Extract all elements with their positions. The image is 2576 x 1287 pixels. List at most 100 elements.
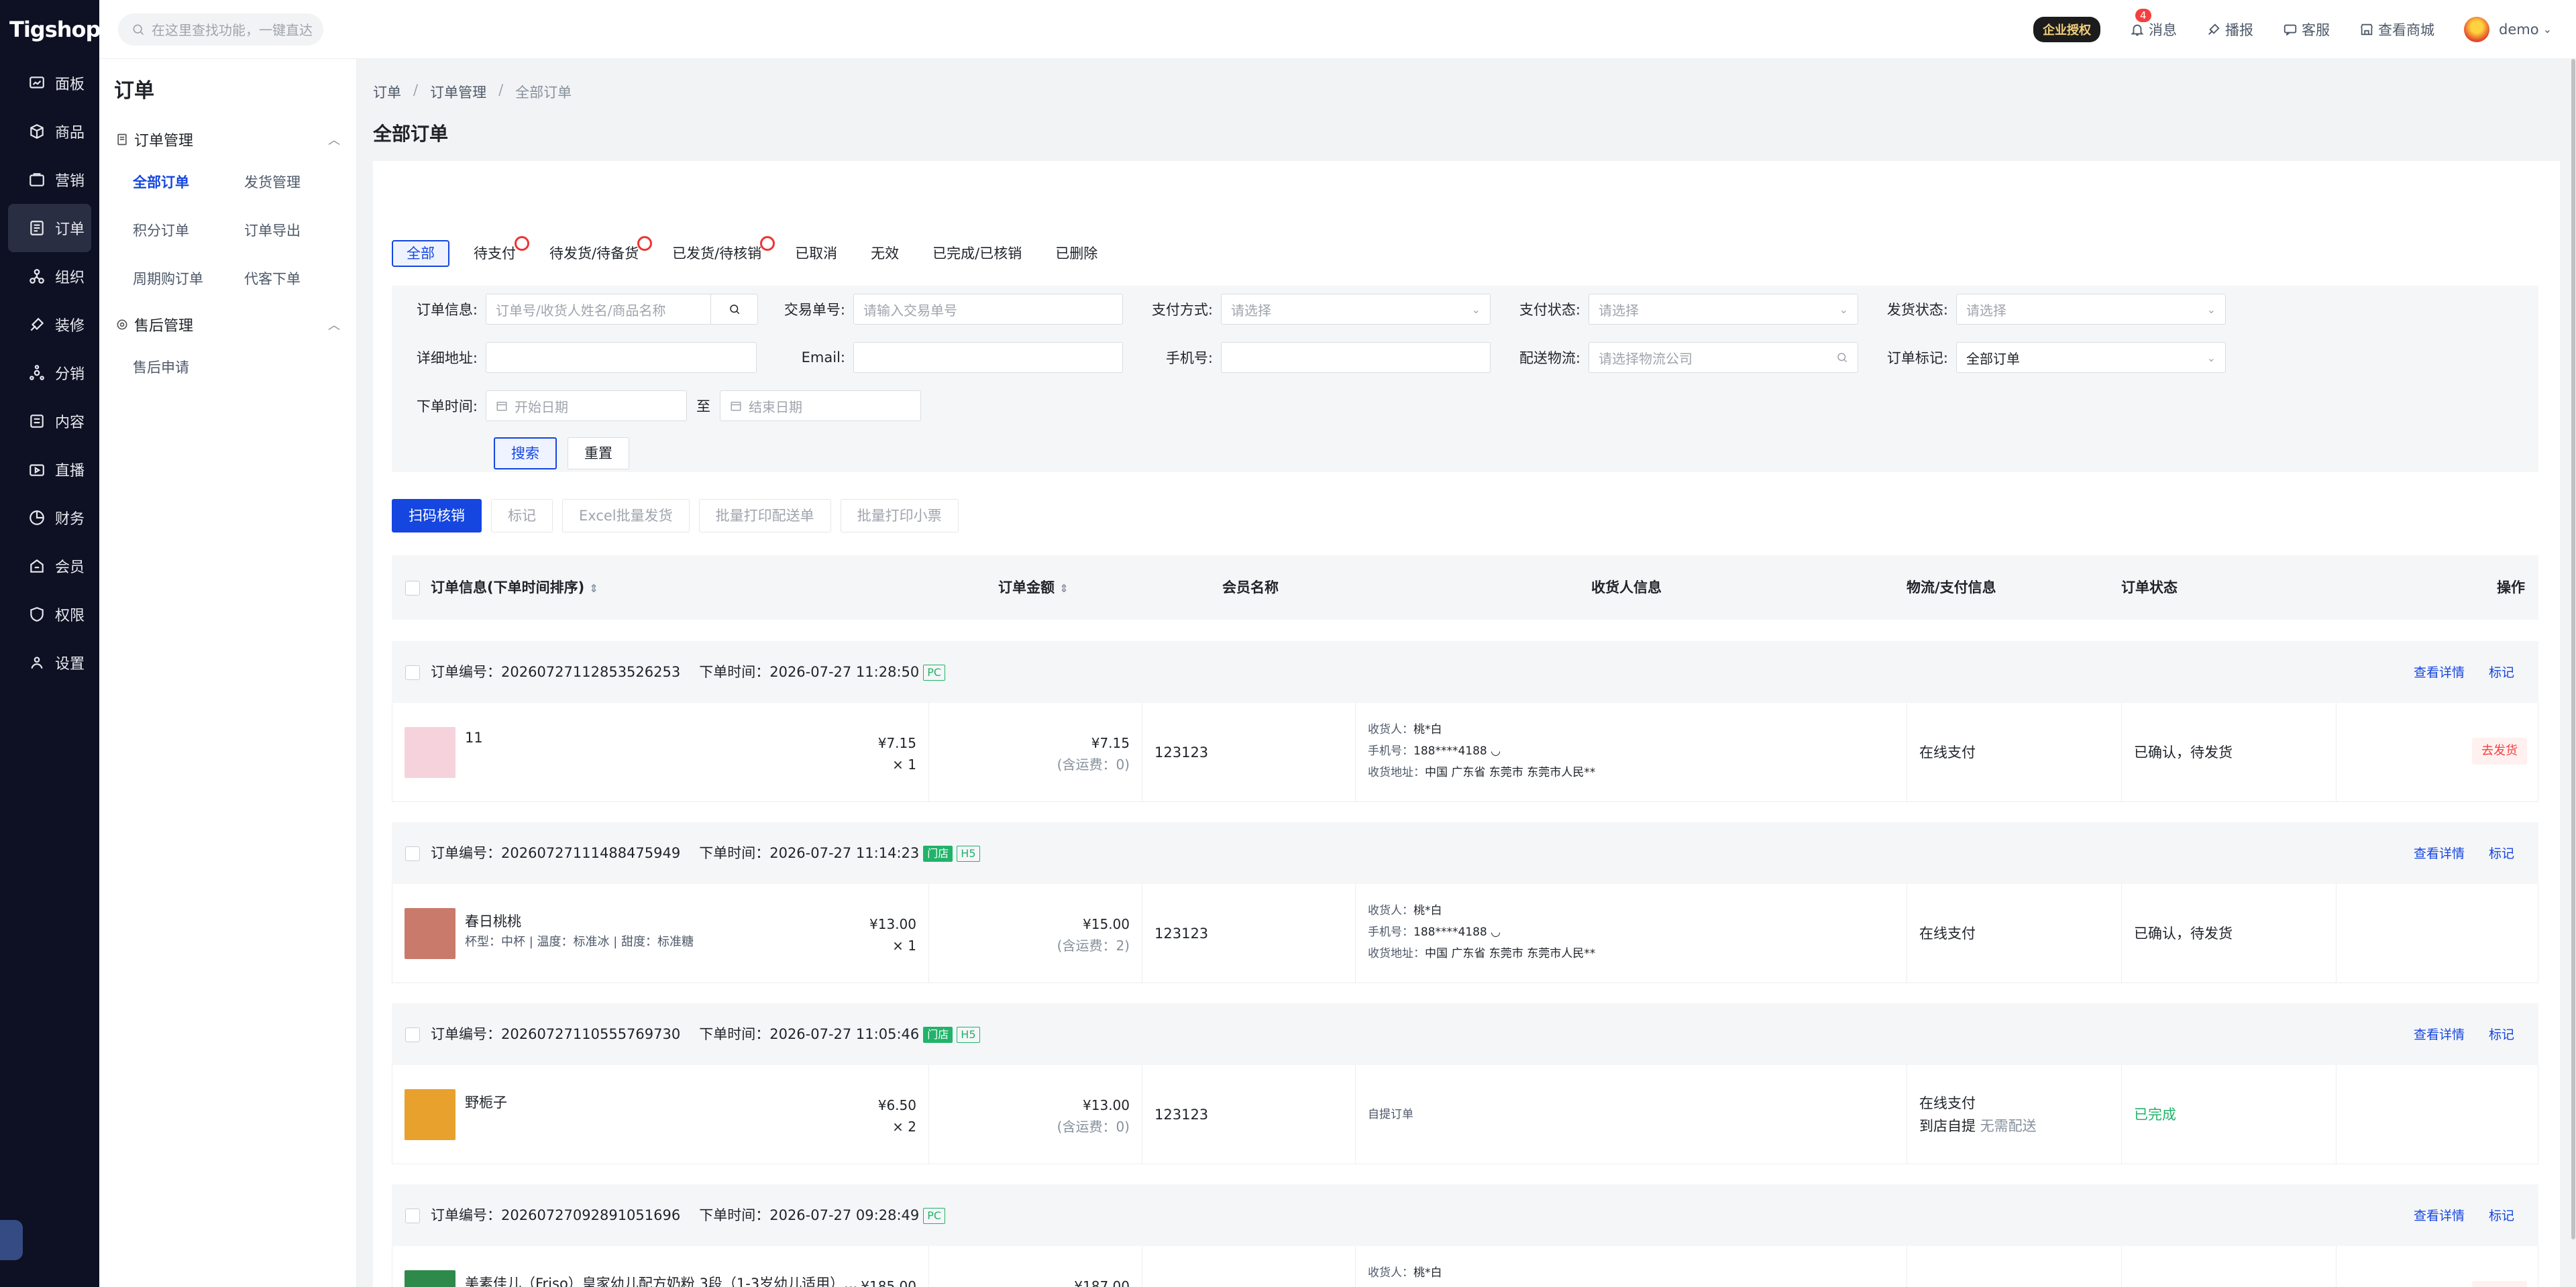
- mark-select[interactable]: 全部订单 ⌄: [1956, 342, 2226, 373]
- quantity: × 1: [892, 757, 916, 773]
- subnav-item[interactable]: 积分订单: [133, 207, 244, 255]
- tab-3[interactable]: 已发货/待核销: [672, 236, 775, 267]
- tab-7[interactable]: 已删除: [1055, 240, 1097, 267]
- order-checkbox[interactable]: [405, 846, 420, 861]
- enterprise-license-badge[interactable]: 企业授权: [2033, 16, 2101, 42]
- recv-phone[interactable]: 188****4188 ◡: [1413, 926, 1501, 939]
- function-search[interactable]: 在这里查找功能，一键直达: [118, 13, 323, 46]
- tab-2[interactable]: 待发货/待备货: [549, 236, 653, 267]
- bulk-action-button[interactable]: 扫码核销: [392, 499, 482, 533]
- rail-item-7[interactable]: 内容: [8, 397, 91, 445]
- order-no[interactable]: 20260727092891051696: [501, 1207, 680, 1223]
- phone-input[interactable]: [1221, 342, 1491, 373]
- rail-item-12[interactable]: 设置: [8, 638, 91, 687]
- report-button[interactable]: 播报: [2206, 19, 2253, 40]
- rail-item-10[interactable]: 会员: [8, 542, 91, 590]
- search-button[interactable]: 搜索: [494, 437, 557, 469]
- order-search-button[interactable]: [711, 294, 758, 325]
- subnav-item[interactable]: 售后申请: [133, 343, 244, 392]
- col-order-info[interactable]: 订单信息(下单时间排序) ⇕: [431, 555, 598, 621]
- order-checkbox[interactable]: [405, 665, 420, 680]
- group-order-management[interactable]: 订单管理 ︿: [99, 121, 356, 158]
- mark-link[interactable]: 标记: [2489, 665, 2514, 680]
- start-date-input[interactable]: 开始日期: [486, 390, 687, 421]
- order-no[interactable]: 2026072711285352625​3: [501, 664, 680, 680]
- order-no[interactable]: 20260727111488475949: [501, 845, 680, 861]
- col-amount[interactable]: 订单金额 ⇕: [998, 555, 1069, 621]
- bulk-action-button[interactable]: 批量打印小票: [840, 499, 959, 533]
- view-detail-link[interactable]: 查看详情: [2414, 846, 2465, 861]
- breadcrumb-item[interactable]: 订单管理: [430, 82, 486, 102]
- order-checkbox[interactable]: [405, 1027, 420, 1042]
- order-checkbox[interactable]: [405, 1209, 420, 1223]
- order-info-input[interactable]: 订单号/收货人姓名/商品名称: [486, 294, 711, 325]
- bulk-action-button[interactable]: Excel批量发货: [562, 499, 690, 533]
- rail-item-5[interactable]: 装修: [8, 300, 91, 349]
- product-name[interactable]: 11: [465, 730, 483, 746]
- bulk-action-button[interactable]: 标记: [491, 499, 553, 533]
- recv-phone[interactable]: 188****4188 ◡: [1413, 744, 1501, 758]
- quantity: × 1: [892, 938, 916, 954]
- user-menu[interactable]: demo ⌄: [2464, 16, 2552, 42]
- view-store-label: 查看商城: [2378, 21, 2435, 38]
- rail-item-0[interactable]: 面板: [8, 59, 91, 107]
- rail-item-6[interactable]: 分销: [8, 349, 91, 397]
- rail-item-9[interactable]: 财务: [8, 494, 91, 542]
- product-thumbnail[interactable]: [405, 1270, 455, 1287]
- order-no[interactable]: 20260727110555769730: [501, 1026, 680, 1042]
- rail-item-1[interactable]: 商品: [8, 107, 91, 156]
- tab-4[interactable]: 已取消: [795, 240, 837, 267]
- product-thumbnail[interactable]: [405, 908, 455, 959]
- reset-button[interactable]: 重置: [568, 437, 629, 469]
- select-all-checkbox[interactable]: [405, 581, 420, 596]
- trade-no-input[interactable]: 请输入交易单号: [853, 294, 1123, 325]
- subnav-item[interactable]: 订单导出: [244, 207, 356, 255]
- ship-button[interactable]: 去发货: [2472, 738, 2527, 765]
- receiver-info: 收货人：桃*白手机号：188****4188 ◡收货地址：中国 广东省 东莞市 …: [1368, 1262, 1595, 1287]
- tab-6[interactable]: 已完成/已核销: [932, 240, 1022, 267]
- view-detail-link[interactable]: 查看详情: [2414, 665, 2465, 680]
- product-thumbnail[interactable]: [405, 727, 455, 778]
- subnav-item[interactable]: 代客下单: [244, 255, 356, 303]
- rail-item-label: 分销: [55, 366, 85, 383]
- view-detail-link[interactable]: 查看详情: [2414, 1209, 2465, 1223]
- pay-method-select[interactable]: 请选择 ⌄: [1221, 294, 1491, 325]
- subnav-item[interactable]: 发货管理: [244, 158, 356, 207]
- tab-5[interactable]: 无效: [871, 240, 899, 267]
- subnav-item[interactable]: 周期购订单: [133, 255, 244, 303]
- mark-link[interactable]: 标记: [2489, 846, 2514, 861]
- rail-item-11[interactable]: 权限: [8, 590, 91, 638]
- rail-item-2[interactable]: 营销: [8, 156, 91, 204]
- order-status: 已确认，待发货: [2134, 1246, 2233, 1287]
- product-thumbnail[interactable]: [405, 1089, 455, 1140]
- pay-status-select[interactable]: 请选择 ⌄: [1589, 294, 1858, 325]
- end-date-input[interactable]: 结束日期: [720, 390, 921, 421]
- logistics-select[interactable]: 请选择物流公司: [1589, 342, 1858, 373]
- tab-0[interactable]: 全部: [392, 240, 449, 267]
- rail-item-8[interactable]: 直播: [8, 445, 91, 494]
- ship-button[interactable]: 去发货: [2472, 1281, 2527, 1287]
- rail-item-3[interactable]: 订单: [8, 204, 91, 252]
- subnav-item[interactable]: 全部订单: [133, 158, 244, 207]
- page-scrollbar[interactable]: [2571, 59, 2576, 1287]
- group-aftersale[interactable]: 售后管理 ︿: [99, 306, 356, 343]
- messages-button[interactable]: 4 消息: [2130, 8, 2177, 40]
- breadcrumb-item[interactable]: 订单: [373, 82, 401, 102]
- mark-link[interactable]: 标记: [2489, 1209, 2514, 1223]
- view-store-button[interactable]: 查看商城: [2359, 19, 2434, 40]
- rail-item-4[interactable]: 组织: [8, 252, 91, 300]
- view-detail-link[interactable]: 查看详情: [2414, 1027, 2465, 1042]
- service-button[interactable]: 客服: [2283, 19, 2330, 40]
- product-name[interactable]: 美素佳儿（Friso）皇家幼儿配方奶粉 3段（1-3岁幼儿适用）...: [465, 1273, 857, 1287]
- address-input[interactable]: [486, 342, 757, 373]
- mark-link[interactable]: 标记: [2489, 1027, 2514, 1042]
- email-input[interactable]: [853, 342, 1123, 373]
- bulk-action-button[interactable]: 批量打印配送单: [698, 499, 831, 533]
- member-name: 123123: [1155, 1107, 1209, 1123]
- help-floating-button[interactable]: [0, 1220, 23, 1260]
- product-name[interactable]: 野栀子: [465, 1092, 507, 1112]
- tab-1[interactable]: 待支付: [474, 236, 529, 267]
- unit-price: ¥13.00 × 1: [869, 913, 916, 956]
- product-name[interactable]: 春日桃桃: [465, 911, 521, 931]
- ship-status-select[interactable]: 请选择 ⌄: [1956, 294, 2226, 325]
